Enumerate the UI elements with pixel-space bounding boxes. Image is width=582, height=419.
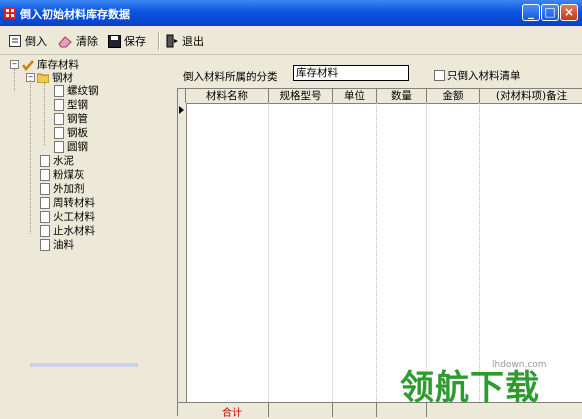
total-label: 合计 <box>222 408 242 419</box>
column-divider <box>376 103 377 402</box>
column-header[interactable]: 数量 <box>377 89 427 103</box>
eraser-icon <box>58 36 72 48</box>
tree-item[interactable]: 圆钢 <box>54 140 88 153</box>
tree-item[interactable]: 周转材料 <box>40 196 95 209</box>
import-icon <box>9 35 21 47</box>
toolbar: 倒入 清除 保存 退出 <box>0 26 582 55</box>
only-list-label: 只倒入材料清单 <box>447 70 521 82</box>
tree-item-label: 圆钢 <box>67 141 88 153</box>
save-button[interactable]: 保存 <box>108 33 146 49</box>
check-folder-icon <box>22 59 34 71</box>
tree-item[interactable]: 止水材料 <box>40 224 95 237</box>
app-icon <box>4 7 16 19</box>
tree-item[interactable]: 油料 <box>40 238 74 251</box>
tree-item-label: 水泥 <box>53 155 74 167</box>
minimize-button[interactable]: _ <box>522 4 540 21</box>
document-icon <box>54 84 64 97</box>
window-title: 倒入初始材料库存数据 <box>20 8 130 21</box>
column-header[interactable]: 材料名称 <box>186 89 269 103</box>
watermark-site: lhdown.com <box>492 360 547 370</box>
document-icon <box>40 224 50 237</box>
tree-item[interactable]: 火工材料 <box>40 210 95 223</box>
tree-line <box>14 69 15 91</box>
only-list-checkbox[interactable]: 只倒入材料清单 <box>434 68 521 83</box>
toolbar-separator <box>158 32 160 50</box>
tree-item[interactable]: 钢板 <box>54 126 88 139</box>
column-divider <box>479 103 480 402</box>
category-tree[interactable]: − 库存材料 − 钢材 螺纹钢 型钢 钢管 钢板 圆钢 水泥 粉煤灰 外加剂 周… <box>4 56 174 344</box>
tree-item[interactable]: 粉煤灰 <box>40 168 85 181</box>
minimize-icon: _ <box>528 5 534 19</box>
tree-item[interactable]: 型钢 <box>54 98 88 111</box>
column-divider <box>426 103 427 402</box>
tree-item[interactable]: 外加剂 <box>40 182 85 195</box>
column-divider <box>332 103 333 402</box>
column-header[interactable]: 金额 <box>427 89 480 103</box>
tree-item-label: 钢板 <box>67 127 88 139</box>
column-divider <box>268 103 269 402</box>
exit-button[interactable]: 退出 <box>166 33 204 49</box>
close-button[interactable]: × <box>560 4 578 21</box>
tree-item-label: 止水材料 <box>53 225 95 237</box>
tree-item-label: 螺纹钢 <box>67 85 99 97</box>
tree-item-label: 油料 <box>53 239 74 251</box>
title-bar: 倒入初始材料库存数据 _ □ × <box>0 0 582 26</box>
clear-label: 清除 <box>76 35 98 48</box>
tree-item-label: 火工材料 <box>53 211 95 223</box>
document-icon <box>40 196 50 209</box>
tree-item[interactable]: 水泥 <box>40 154 74 167</box>
tree-item-label: 型钢 <box>67 99 88 111</box>
column-header[interactable]: 单位 <box>333 89 377 103</box>
grid-corner <box>178 89 186 103</box>
maximize-button[interactable]: □ <box>541 4 559 21</box>
tree-item-label: 钢管 <box>67 113 88 125</box>
current-row-icon <box>179 106 184 114</box>
row-indicator <box>178 103 187 402</box>
document-icon <box>40 168 50 181</box>
document-icon <box>54 140 64 153</box>
tree-item-label: 周转材料 <box>53 197 95 209</box>
category-input[interactable]: 库存材料 <box>293 65 409 81</box>
import-button[interactable]: 倒入 <box>8 33 47 49</box>
column-header[interactable]: (对材料项)备注 <box>480 89 582 103</box>
exit-label: 退出 <box>182 35 204 48</box>
exit-icon <box>166 34 178 48</box>
collapse-root-toggle[interactable]: − <box>10 60 19 69</box>
tree-item-label: 粉煤灰 <box>53 169 85 181</box>
tree-line <box>44 83 45 145</box>
document-icon <box>40 238 50 251</box>
save-label: 保存 <box>124 35 146 48</box>
folder-icon <box>37 73 49 83</box>
document-icon <box>54 126 64 139</box>
save-icon <box>108 34 121 48</box>
tree-item-label: 外加剂 <box>53 183 85 195</box>
maximize-icon: □ <box>544 5 556 19</box>
column-header[interactable]: 规格型号 <box>269 89 333 103</box>
checkbox-icon <box>434 70 445 81</box>
left-scrollbar[interactable] <box>30 363 138 367</box>
document-icon <box>40 154 50 167</box>
document-icon <box>54 98 64 111</box>
document-icon <box>40 182 50 195</box>
tree-item[interactable]: 螺纹钢 <box>54 84 99 97</box>
close-icon: × <box>563 5 575 19</box>
document-icon <box>54 112 64 125</box>
tree-item[interactable]: 钢管 <box>54 112 88 125</box>
document-icon <box>40 210 50 223</box>
clear-button[interactable]: 清除 <box>58 33 98 49</box>
import-label: 倒入 <box>25 35 47 48</box>
tree-line <box>30 80 31 234</box>
category-label: 倒入材料所属的分类 <box>183 71 278 83</box>
grid-header: 材料名称 规格型号 单位 数量 金额 (对材料项)备注 <box>178 89 582 104</box>
